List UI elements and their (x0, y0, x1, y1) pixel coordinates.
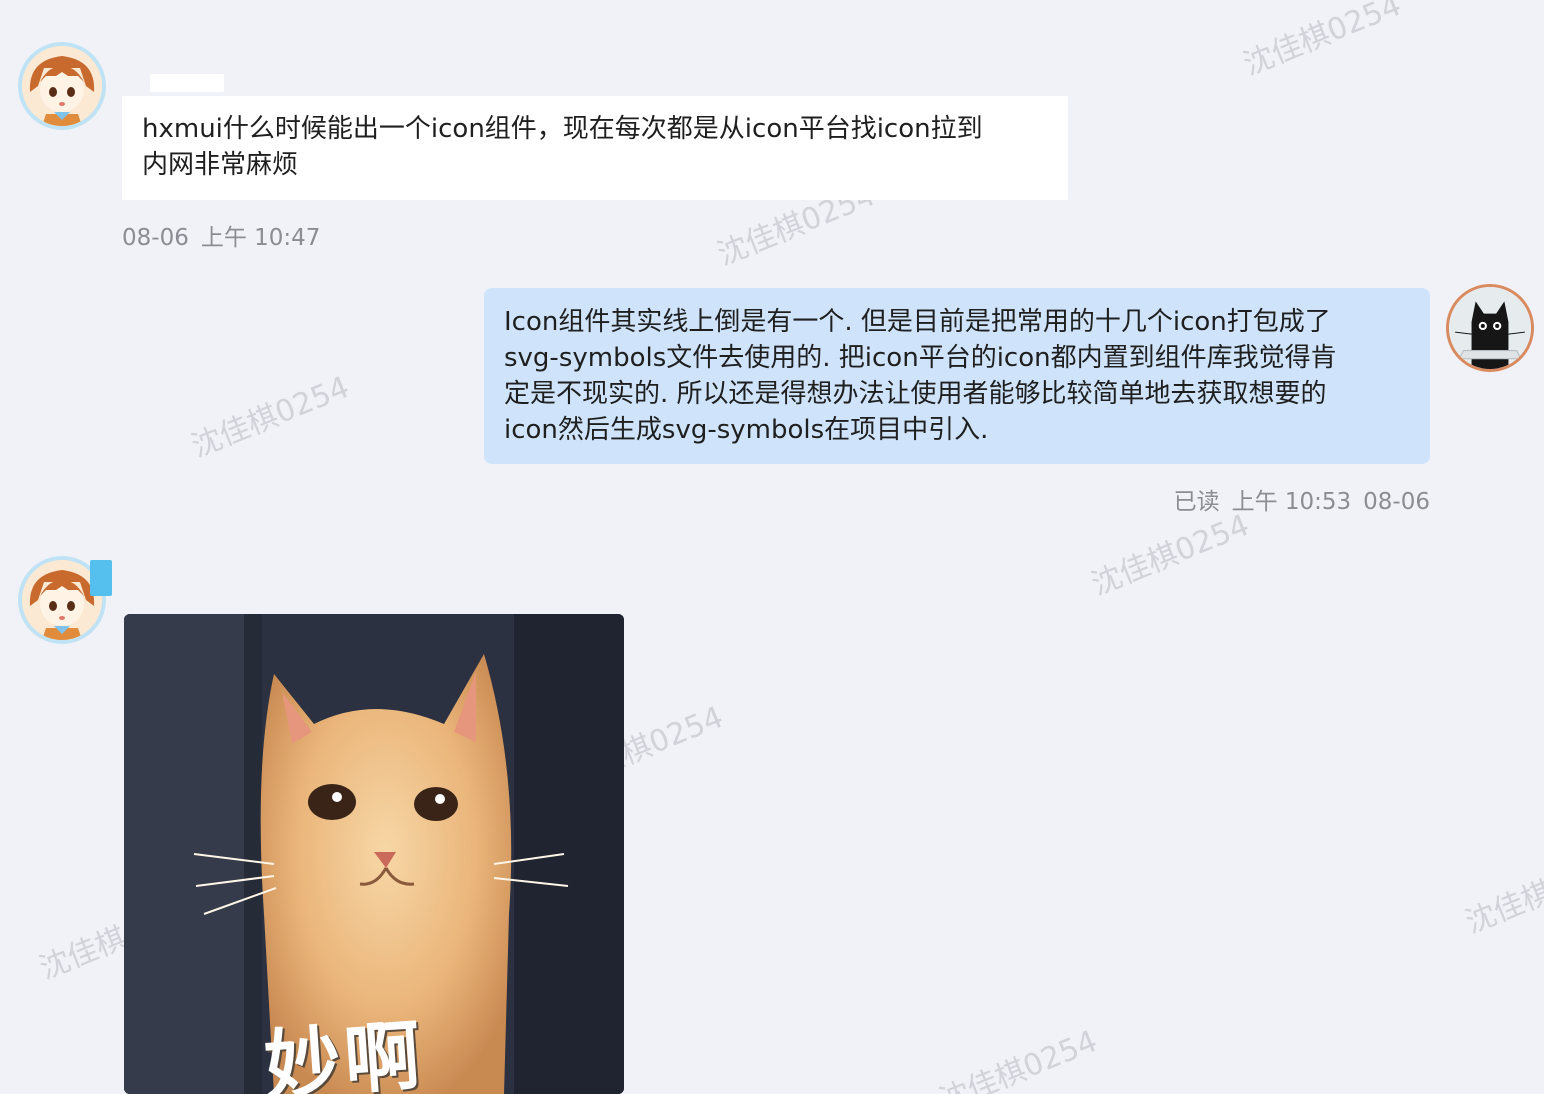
sender-avatar[interactable] (18, 42, 106, 130)
message-bubble-outgoing[interactable]: Icon组件其实线上倒是有一个. 但是目前是把常用的十几个icon打包成了 sv… (484, 288, 1430, 464)
sender-name-redacted (150, 74, 224, 92)
watermark: 沈佳棋0254 (934, 1023, 1103, 1094)
sticker-caption: 妙啊 (261, 1010, 428, 1094)
message-time: 上午 10:53 (1231, 489, 1352, 515)
watermark: 沈佳棋0254 (1238, 0, 1407, 83)
watermark: 沈佳棋0254 (1460, 845, 1544, 941)
watermark: 沈佳棋0254 (186, 369, 355, 465)
message-date: 08-06 (122, 225, 189, 251)
chat-view: 沈佳棋0254 沈佳棋0254 沈佳棋0254 沈佳棋0254 沈佳棋0254 … (0, 0, 1544, 1094)
anime-girl-avatar-icon (22, 46, 102, 126)
read-status: 已读 (1173, 489, 1220, 515)
message-meta: 已读 上午 10:53 08-06 (1174, 482, 1430, 516)
message-time: 上午 10:47 (200, 225, 321, 251)
message-date: 08-06 (1363, 489, 1430, 515)
self-avatar[interactable] (1446, 284, 1534, 372)
message-meta: 08-06 上午 10:47 (122, 218, 320, 252)
message-bubble-incoming[interactable]: hxmui什么时候能出一个icon组件，现在每次都是从icon平台找icon拉到… (122, 96, 1068, 200)
sticker-message[interactable]: 妙啊 (124, 614, 624, 1094)
avatar-badge (90, 560, 112, 596)
black-cat-avatar-icon (1449, 287, 1531, 369)
